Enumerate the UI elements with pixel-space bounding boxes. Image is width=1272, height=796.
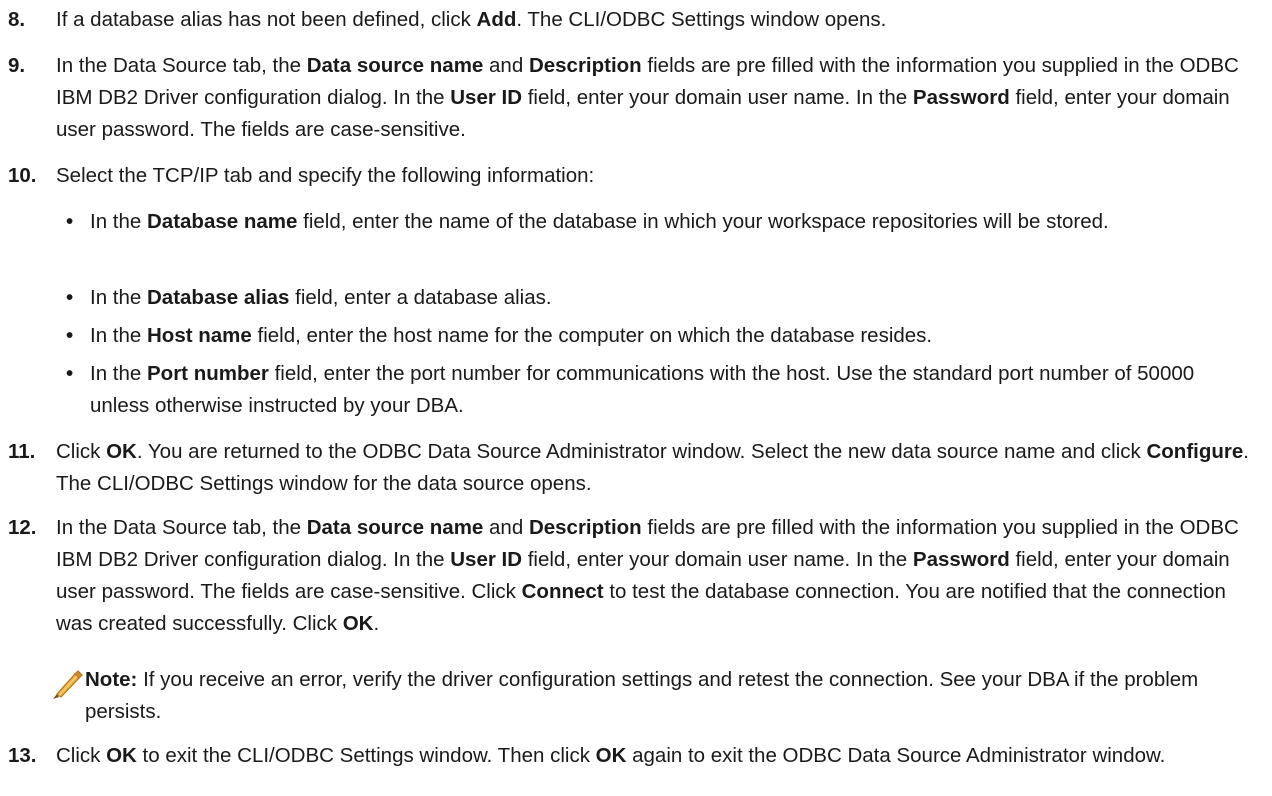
step-13: 13. Click OK to exit the CLI/ODBC Settin… [8,740,1252,772]
step-11: 11. Click OK. You are returned to the OD… [8,436,1252,500]
pencil-icon [53,670,83,699]
text: field, enter the host name for the compu… [251,324,933,347]
ui-term: OK [342,612,374,635]
bullet-symbol: • [66,210,74,233]
step-9: 9. In the Data Source tab, the Data sour… [8,50,1252,146]
ui-term: Password [912,86,1010,109]
step-text: Click OK. You are returned to the ODBC D… [56,436,1252,500]
bullet-symbol: • [66,324,74,347]
ui-term: Password [912,548,1010,571]
ui-term: Data source name [306,54,484,77]
bullet-item: • In the Port number field, enter the po… [8,358,1252,422]
document: 8. If a database alias has not been defi… [0,0,1272,796]
step-number: 10. [8,164,37,187]
bullet-symbol: • [66,286,74,309]
ui-term: Add [476,8,517,31]
ui-term: Description [528,516,642,539]
ui-term: OK [595,744,627,767]
ui-term: OK [106,744,137,767]
step-text: Click OK to exit the CLI/ODBC Settings w… [56,740,1252,772]
note-label: Note: [85,668,138,691]
text: . You are returned to the ODBC Data Sour… [136,440,1147,463]
step-text: In the Data Source tab, the Data source … [56,50,1252,146]
step-text: If a database alias has not been defined… [56,4,1252,36]
text: to exit the CLI/ODBC Settings window. Th… [136,744,596,767]
text: Select the TCP/IP tab and specify the fo… [56,164,595,187]
text: In the [90,286,147,309]
text: again to exit the ODBC Data Source Admin… [626,744,1166,767]
text: In the Data Source tab, the [56,516,307,539]
ui-term: Description [528,54,642,77]
ui-term: Database alias [147,286,290,309]
step-number: 12. [8,516,37,539]
step-number: 13. [8,744,37,767]
text: and [483,516,529,539]
step-number: 8. [8,8,26,31]
text: In the Data Source tab, the [56,54,307,77]
text: In the [90,324,147,347]
step-number: 9. [8,54,26,77]
ui-term: User ID [450,86,523,109]
ui-term: Configure [1146,440,1244,463]
text: Click [56,440,107,463]
text: field, enter your domain user name. In t… [522,548,913,571]
text: . [373,612,380,635]
text: and [483,54,529,77]
step-text: In the Data Source tab, the Data source … [56,512,1252,640]
ui-term: Connect [521,580,604,603]
text: Click [56,744,107,767]
bullet-item: • In the Database name field, enter the … [8,206,1252,238]
ui-term: OK [106,440,137,463]
ui-term: User ID [450,548,523,571]
ui-term: Data source name [306,516,484,539]
note-text: If you receive an error, verify the driv… [85,668,1199,723]
note-callout: Note: If you receive an error, verify th… [8,664,1252,728]
bullet-symbol: • [66,362,74,385]
ui-term: Database name [147,210,298,233]
step-text: Select the TCP/IP tab and specify the fo… [56,160,1252,192]
text: In the [90,362,147,385]
step-12: 12. In the Data Source tab, the Data sou… [8,512,1252,640]
text: If a database alias has not been defined… [56,8,477,31]
text: In the [90,210,147,233]
step-8: 8. If a database alias has not been defi… [8,4,1252,36]
text: field, enter your domain user name. In t… [522,86,913,109]
step-10: 10. Select the TCP/IP tab and specify th… [8,160,1252,192]
text: field, enter the name of the database in… [297,210,1109,233]
ui-term: Host name [147,324,252,347]
text: . The CLI/ODBC Settings window opens. [516,8,887,31]
step-number: 11. [8,440,36,463]
text: field, enter a database alias. [289,286,552,309]
bullet-item: • In the Database alias field, enter a d… [8,282,1252,314]
bullet-item: • In the Host name field, enter the host… [8,320,1252,352]
ui-term: Port number [147,362,269,385]
